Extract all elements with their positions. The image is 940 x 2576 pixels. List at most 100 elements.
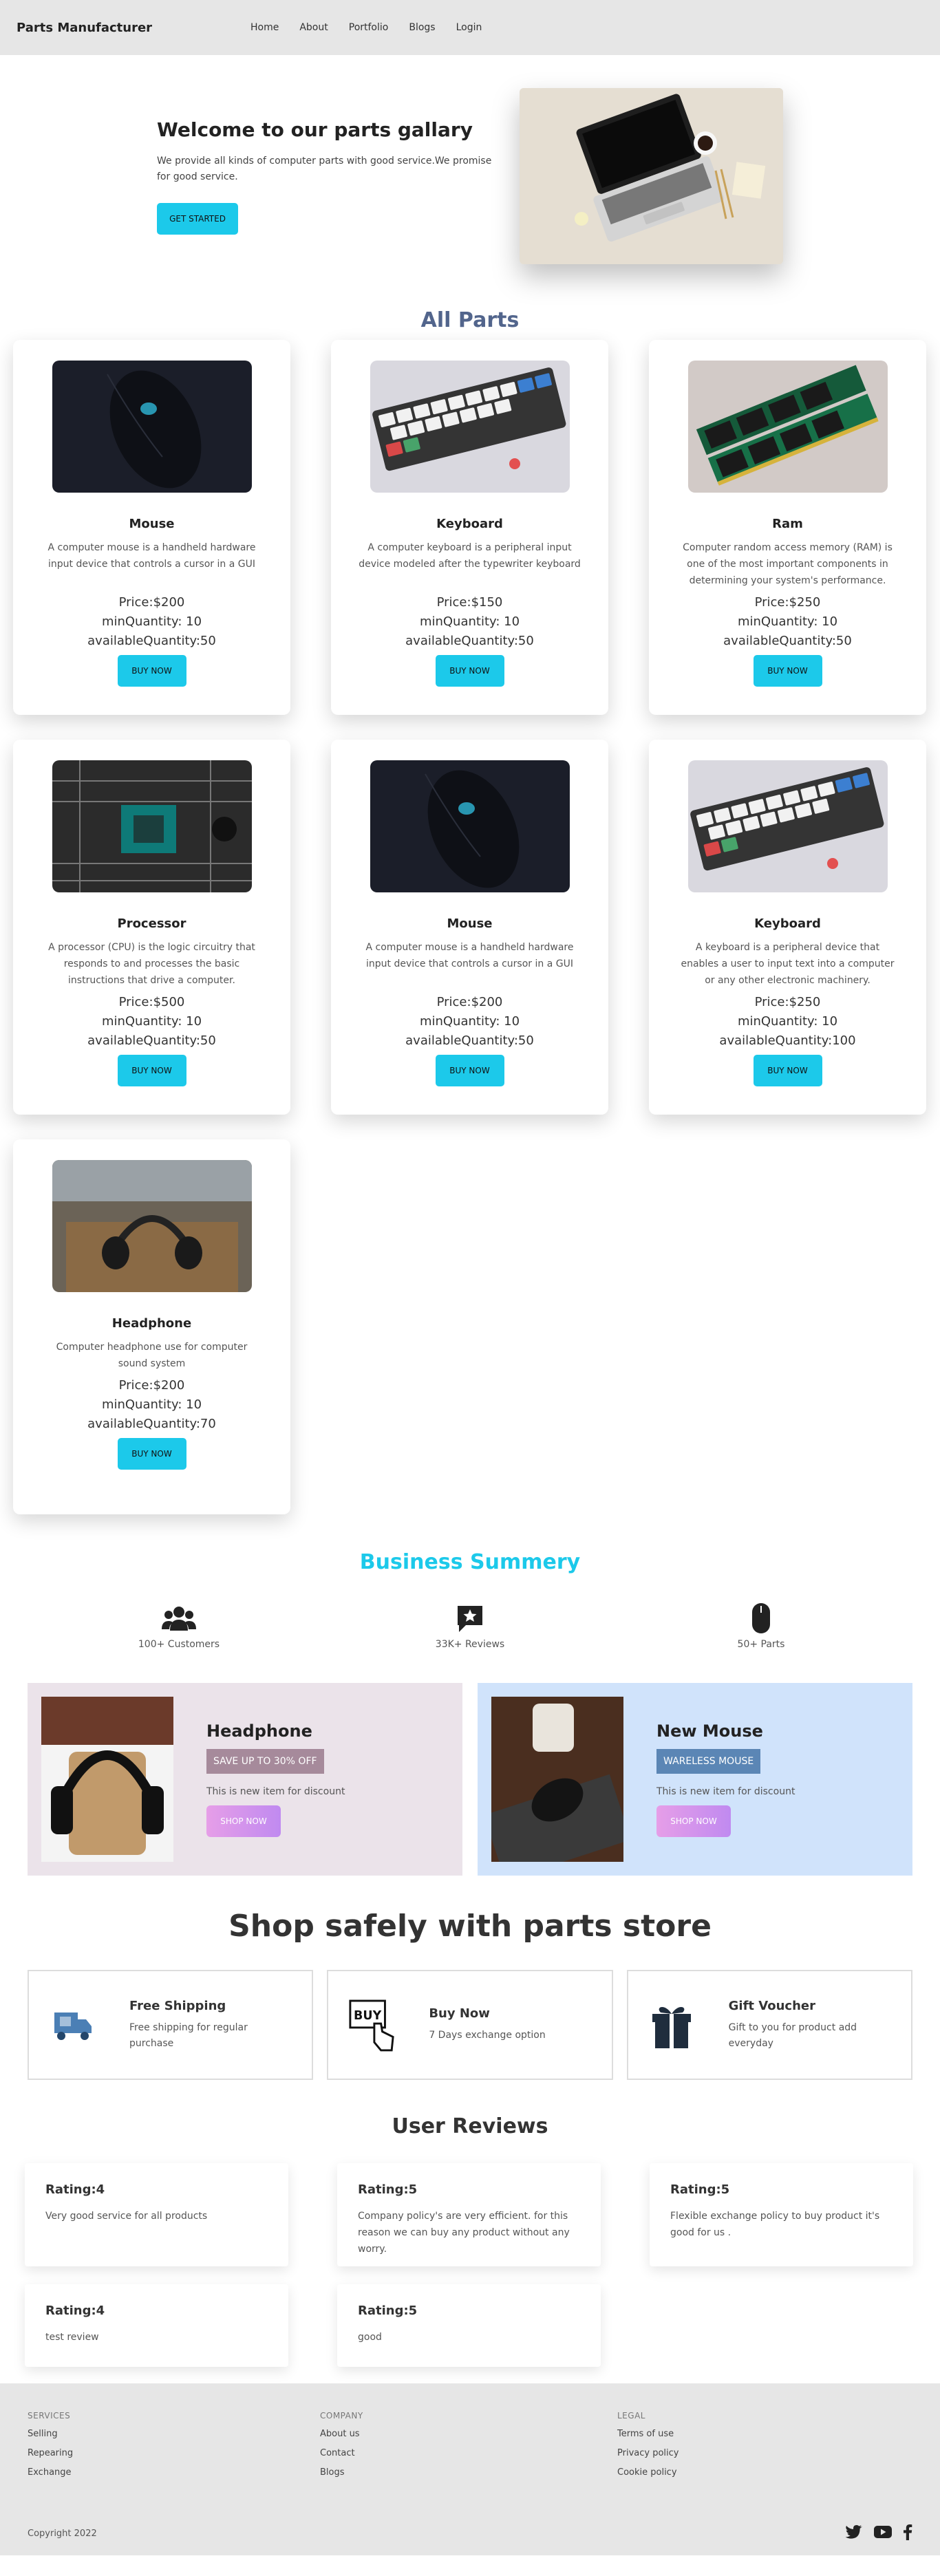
promo-badge: WARELESS MOUSE — [656, 1749, 761, 1774]
gift-icon — [648, 1997, 696, 2052]
footer-legal: LEGAL Terms of use Privacy policy Cookie… — [617, 2411, 679, 2478]
footer-link-terms[interactable]: Terms of use — [617, 2429, 679, 2440]
footer-link-selling[interactable]: Selling — [28, 2429, 320, 2440]
copyright: Copyright 2022 — [28, 2529, 97, 2539]
nav-link-about[interactable]: About — [299, 22, 328, 33]
footer-link-repearing[interactable]: Repearing — [28, 2448, 320, 2459]
promo-mouse: New Mouse WARELESS MOUSE This is new ite… — [478, 1683, 912, 1876]
product-available-quantity: availableQuantity:100 — [719, 1033, 856, 1048]
shop-safely-title: Shop safely with parts store — [228, 1909, 712, 1944]
hero-description: We provide all kinds of computer parts w… — [157, 155, 492, 182]
reviews-grid: Rating:4 Very good service for all produ… — [0, 2163, 940, 2367]
product-image-headphone — [52, 1160, 252, 1292]
promo-headphone: Headphone SAVE UP TO 30% OFF This is new… — [28, 1683, 462, 1876]
review-card: Rating:5 Flexible exchange policy to buy… — [650, 2163, 913, 2266]
brand-logo[interactable]: Parts Manufacturer — [17, 21, 250, 35]
feature-text: Gift to you for product add everyday — [728, 2021, 857, 2049]
product-card: Mouse A computer mouse is a handheld har… — [331, 740, 608, 1115]
product-card: Ram Computer random access memory (RAM) … — [649, 340, 926, 715]
svg-text:BUY: BUY — [354, 2009, 382, 2023]
product-image-keyboard — [370, 361, 570, 493]
youtube-icon[interactable] — [874, 2525, 892, 2542]
stat-parts: 50+ Parts — [699, 1602, 823, 1650]
get-started-button[interactable]: GET STARTED — [157, 202, 238, 235]
product-card: Keyboard A computer keyboard is a periph… — [331, 340, 608, 715]
product-available-quantity: availableQuantity:50 — [87, 1033, 216, 1048]
shop-now-button[interactable]: SHOP NOW — [656, 1805, 731, 1837]
mouse-image — [370, 760, 570, 892]
promo-description: This is new item for discount — [206, 1786, 345, 1797]
review-rating: Rating:5 — [358, 2304, 418, 2318]
users-icon — [117, 1602, 241, 1635]
keyboard-image — [370, 361, 570, 493]
footer-columns: SERVICES Selling Repearing Exchange COMP… — [28, 2411, 912, 2478]
product-price: Price:$250 — [754, 595, 821, 610]
footer-heading: LEGAL — [617, 2411, 645, 2421]
review-rating: Rating:5 — [358, 2182, 418, 2197]
footer-link-about-us[interactable]: About us — [320, 2429, 617, 2440]
review-rating: Rating:4 — [45, 2304, 105, 2318]
buy-now-button[interactable]: BUY NOW — [753, 1055, 822, 1086]
stat-label: 33K+ Reviews — [435, 1639, 505, 1650]
product-price: Price:$150 — [436, 595, 503, 610]
nav-link-portfolio[interactable]: Portfolio — [349, 22, 389, 33]
product-card: Mouse A computer mouse is a handheld har… — [13, 340, 290, 715]
footer-link-blogs[interactable]: Blogs — [320, 2467, 617, 2478]
product-card: Keyboard A keyboard is a peripheral devi… — [649, 740, 926, 1115]
product-available-quantity: availableQuantity:50 — [405, 634, 534, 648]
product-description: A computer mouse is a handheld hardware … — [47, 542, 256, 570]
facebook-icon[interactable] — [903, 2524, 912, 2543]
laptop-illustration — [520, 88, 783, 264]
footer-link-cookie[interactable]: Cookie policy — [617, 2467, 679, 2478]
parts-grid: Mouse A computer mouse is a handheld har… — [0, 340, 940, 1514]
product-image-keyboard — [687, 760, 888, 892]
product-image-processor — [52, 760, 252, 892]
product-description: A processor (CPU) is the logic circuitry… — [48, 942, 255, 986]
review-card: Rating:4 Very good service for all produ… — [25, 2163, 288, 2266]
buy-now-button[interactable]: BUY NOW — [435, 1055, 504, 1086]
review-text: good — [358, 2332, 382, 2343]
hero-section: Welcome to our parts gallary We provide … — [0, 55, 940, 297]
review-card: Rating:5 Company policy's are very effic… — [337, 2163, 601, 2266]
features-row: Free Shipping Free shipping for regular … — [0, 1970, 940, 2080]
promo-text: Headphone SAVE UP TO 30% OFF This is new… — [206, 1721, 345, 1837]
nav-link-blogs[interactable]: Blogs — [409, 22, 435, 33]
headphone-image — [52, 1160, 252, 1292]
product-available-quantity: availableQuantity:50 — [723, 634, 852, 648]
buy-now-button[interactable]: BUY NOW — [117, 1055, 186, 1086]
product-name: Ram — [772, 517, 803, 531]
promo-text: New Mouse WARELESS MOUSE This is new ite… — [656, 1721, 795, 1837]
buy-now-button[interactable]: BUY NOW — [753, 655, 822, 687]
nav-link-login[interactable]: Login — [456, 22, 482, 33]
buy-now-button[interactable]: BUY NOW — [435, 655, 504, 687]
product-available-quantity: availableQuantity:50 — [405, 1033, 534, 1048]
footer-services: SERVICES Selling Repearing Exchange — [28, 2411, 320, 2478]
footer-link-exchange[interactable]: Exchange — [28, 2467, 320, 2478]
product-min-quantity: minQuantity: 10 — [737, 614, 838, 629]
product-image-mouse — [52, 361, 252, 493]
business-summary-title: Business Summery — [359, 1550, 581, 1574]
review-text: Very good service for all products — [45, 2211, 208, 2222]
buy-now-button[interactable]: BUY NOW — [117, 655, 186, 687]
footer: SERVICES Selling Repearing Exchange COMP… — [0, 2383, 940, 2555]
footer-heading: COMPANY — [320, 2411, 363, 2421]
buy-now-button[interactable]: BUY NOW — [117, 1438, 186, 1470]
ram-image — [687, 361, 888, 493]
review-star-icon — [408, 1602, 532, 1635]
footer-link-privacy[interactable]: Privacy policy — [617, 2448, 679, 2459]
product-price: Price:$200 — [436, 995, 503, 1009]
footer-link-contact[interactable]: Contact — [320, 2448, 617, 2459]
promo-mouse-image — [491, 1697, 623, 1862]
hero-text: Welcome to our parts gallary We provide … — [157, 118, 501, 235]
all-parts-title: All Parts — [420, 308, 520, 332]
product-min-quantity: minQuantity: 10 — [737, 1014, 838, 1029]
shop-now-button[interactable]: SHOP NOW — [206, 1805, 281, 1837]
nav-link-home[interactable]: Home — [250, 22, 279, 33]
twitter-icon[interactable] — [845, 2524, 863, 2542]
product-name: Keyboard — [754, 916, 821, 931]
review-text: test review — [45, 2332, 99, 2343]
feature-text: Free shipping for regular purchase — [129, 2021, 248, 2049]
processor-image — [52, 760, 252, 892]
footer-company: COMPANY About us Contact Blogs — [320, 2411, 617, 2478]
promo-headphone-image — [41, 1697, 173, 1862]
